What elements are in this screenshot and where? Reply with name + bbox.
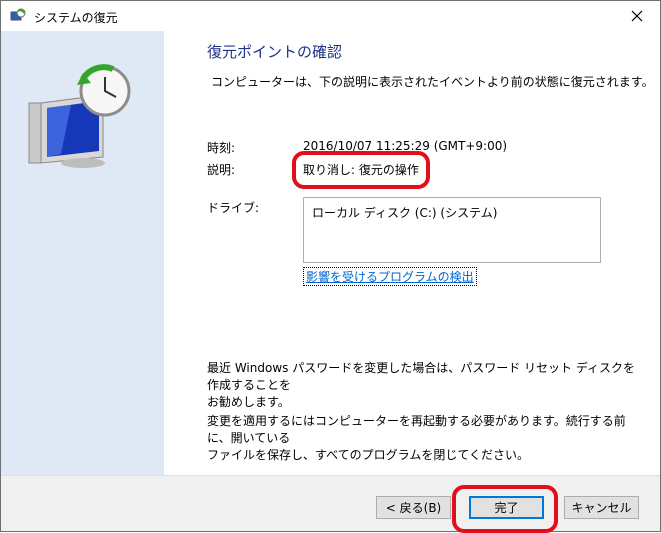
restart-note-line-1: 変更を適用するにはコンピューターを再起動する必要があります。続行する前に、開いて… [207, 414, 626, 445]
title-bar[interactable]: システムの復元 [1, 1, 660, 31]
finish-button[interactable]: 完了 [469, 496, 544, 519]
restart-note-line-2: ファイルを保存し、すべてのプログラムを閉じてください。 [207, 448, 529, 462]
time-label: 時刻: [207, 141, 236, 155]
page-title: 復元ポイントの確認 [207, 43, 343, 61]
description-label: 説明: [207, 163, 236, 177]
list-item[interactable]: ローカル ディスク (C:) (システム) [312, 204, 497, 221]
password-note-line-2: お勧めします。 [207, 395, 290, 409]
back-button[interactable]: < 戻る(B) [376, 496, 451, 519]
description-value: 取り消し: 復元の操作 [303, 163, 419, 177]
system-restore-window: システムの復元 復元ポイントの確認 コンピューターは、下の説明に表示されたイベン… [0, 0, 661, 532]
scan-affected-programs-link[interactable]: 影響を受けるプログラムの検出 [303, 267, 477, 286]
close-icon [631, 10, 643, 22]
restart-note: 変更を適用するにはコンピューターを再起動する必要があります。続行する前に、開いて… [207, 413, 637, 464]
window-title: システムの復元 [34, 11, 118, 25]
drive-list[interactable]: ローカル ディスク (C:) (システム) [303, 197, 601, 263]
button-bar: < 戻る(B) 完了 キャンセル [1, 475, 660, 531]
side-panel [1, 31, 164, 475]
drive-label: ドライブ: [207, 201, 260, 215]
close-button[interactable] [614, 1, 660, 31]
intro-text: コンピューターは、下の説明に表示されたイベントより前の状態に復元されます。 [211, 75, 654, 89]
password-note-line-1: 最近 Windows パスワードを変更した場合は、パスワード リセット ディスク… [207, 361, 635, 392]
main-content: 復元ポイントの確認 コンピューターは、下の説明に表示されたイベントより前の状態に… [164, 31, 660, 475]
password-note: 最近 Windows パスワードを変更した場合は、パスワード リセット ディスク… [207, 360, 637, 411]
cancel-button[interactable]: キャンセル [564, 496, 639, 519]
monitor-clock-restore-icon [28, 64, 131, 168]
system-restore-icon [10, 8, 26, 21]
time-value: 2016/10/07 11:25:29 (GMT+9:00) [303, 139, 508, 153]
